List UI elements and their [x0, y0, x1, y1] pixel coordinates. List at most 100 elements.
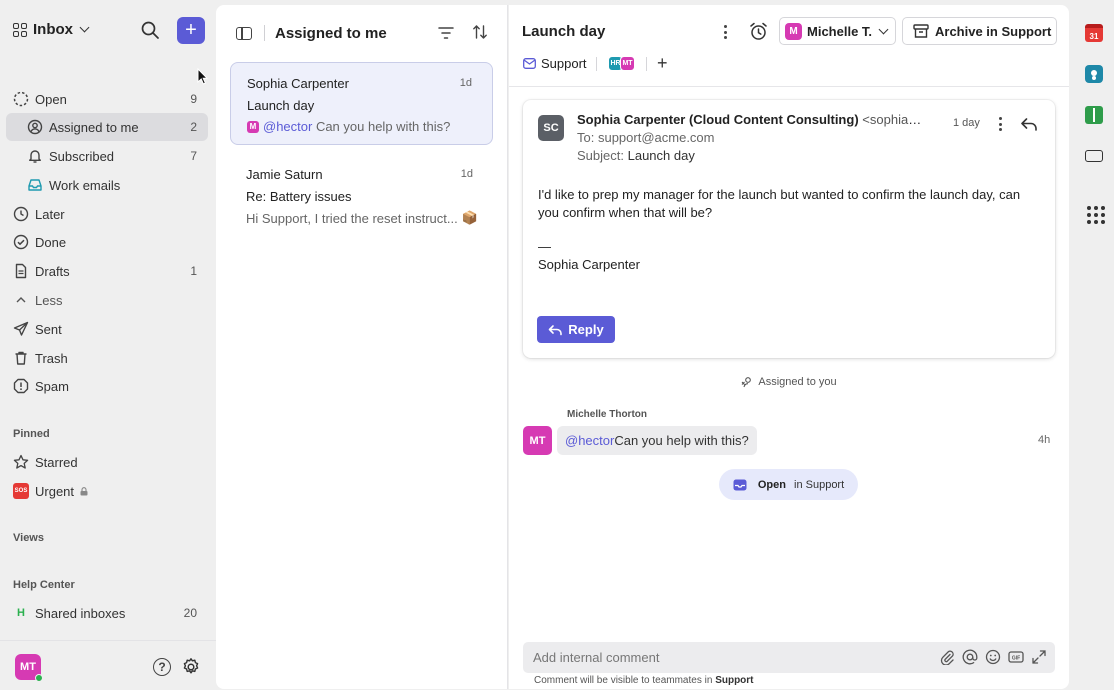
- to-label: To:: [577, 130, 595, 145]
- inbox-icon: [733, 479, 747, 490]
- assignee-name: Michelle T.: [807, 23, 873, 39]
- reply-button[interactable]: Reply: [537, 316, 615, 343]
- divider: [264, 25, 265, 41]
- assignee-dropdown[interactable]: M Michelle T.: [779, 17, 896, 45]
- inbox-tag[interactable]: Support: [523, 56, 587, 71]
- sidebar-toggle-icon[interactable]: [236, 27, 252, 40]
- sidebar-item-done[interactable]: Done: [6, 228, 208, 256]
- sidebar-item-spam[interactable]: Spam: [6, 372, 208, 400]
- divider: [596, 57, 597, 71]
- calendar-icon[interactable]: 31: [1085, 24, 1103, 42]
- sort-icon[interactable]: [472, 24, 488, 40]
- expand-icon[interactable]: [1031, 649, 1047, 665]
- workspace-switcher[interactable]: Inbox: [13, 21, 90, 38]
- paperclip-icon[interactable]: [939, 649, 955, 665]
- contacts-icon[interactable]: [1085, 65, 1103, 83]
- to-address: support@acme.com: [597, 130, 715, 145]
- search-icon[interactable]: [141, 21, 159, 39]
- bell-icon: [29, 150, 41, 163]
- views-section-label: Views: [13, 532, 44, 544]
- sidebar-item-subscribed[interactable]: Subscribed 7: [6, 142, 208, 170]
- open-pill-bold: Open: [757, 478, 786, 491]
- conversation-from: Jamie Saturn: [246, 167, 323, 182]
- archive-button[interactable]: Archive in Support: [902, 17, 1057, 45]
- participant-avatar: MT: [620, 56, 635, 71]
- sidebar-footer: MT ?: [0, 640, 216, 690]
- signature-dash: —: [538, 239, 551, 254]
- help-icon[interactable]: ?: [153, 658, 171, 676]
- at-sign-icon[interactable]: [962, 649, 978, 665]
- assignee-badge: M: [247, 120, 259, 133]
- assignment-event: Assigned to you: [509, 376, 1069, 388]
- reply-icon[interactable]: [1020, 116, 1038, 132]
- reply-icon: [548, 324, 563, 335]
- mouse-cursor-icon: [197, 68, 209, 85]
- comment-input[interactable]: [533, 650, 923, 665]
- sidebar-item-trash[interactable]: Trash: [6, 344, 208, 372]
- sidebar-item-open[interactable]: Open 9: [6, 85, 208, 113]
- sidebar-item-starred[interactable]: Starred: [6, 448, 208, 476]
- sidebar-item-label: Subscribed: [49, 148, 115, 164]
- more-options-icon[interactable]: [994, 115, 1006, 133]
- conversation-item[interactable]: Sophia Carpenter 1d Launch day M @hector…: [230, 62, 493, 145]
- sidebar-item-shared-inboxes[interactable]: H Shared inboxes 20: [6, 599, 208, 627]
- open-pill-rest: in Support: [790, 478, 845, 491]
- filter-icon[interactable]: [438, 26, 454, 40]
- keyboard-icon[interactable]: [1085, 150, 1103, 162]
- assignee-avatar: M: [785, 22, 802, 40]
- sidebar-item-label: Work emails: [49, 177, 121, 193]
- chevron-up-icon: [16, 297, 26, 303]
- compose-button[interactable]: +: [177, 17, 205, 44]
- message-subject: Subject: Launch day: [577, 148, 695, 163]
- emoji-icon[interactable]: [985, 649, 1001, 665]
- sidebar: Inbox + Open 9 Assigned to me 2 Subscrib…: [0, 0, 216, 690]
- sidebar-item-work-emails[interactable]: Work emails: [6, 171, 208, 199]
- open-circle-icon: [13, 91, 29, 107]
- sidebar-item-sent[interactable]: Sent: [6, 315, 208, 343]
- sidebar-item-count: 20: [183, 606, 197, 620]
- participants[interactable]: HR MT: [608, 56, 638, 71]
- trash-icon: [15, 351, 27, 365]
- comment-time: 4h: [1038, 434, 1051, 446]
- more-options-icon[interactable]: [719, 23, 731, 41]
- avatar: MT: [523, 426, 552, 455]
- sidebar-item-later[interactable]: Later: [6, 200, 208, 228]
- sidebar-item-label: Drafts: [35, 263, 70, 279]
- sidebar-item-assigned-to-me[interactable]: Assigned to me 2: [6, 113, 208, 141]
- gif-icon[interactable]: GIF: [1008, 649, 1024, 665]
- composer-hint: Comment will be visible to teammates in …: [534, 675, 754, 686]
- sidebar-item-label: Spam: [35, 378, 69, 394]
- comment-bubble[interactable]: @hector Can you help with this?: [557, 426, 757, 455]
- spreadsheet-icon[interactable]: [1085, 106, 1103, 124]
- document-icon: [15, 263, 27, 279]
- help-center-section-label: Help Center: [13, 579, 75, 591]
- mail-icon: [523, 58, 536, 69]
- shared-inbox-icon: H: [17, 607, 25, 619]
- comment-composer[interactable]: GIF: [523, 642, 1055, 673]
- preview-text: Hi Support, I tried the reset instruct..…: [246, 210, 458, 226]
- sidebar-item-count: 1: [190, 264, 197, 278]
- sender-email: <sophia@...: [862, 112, 929, 127]
- assign-icon: [741, 377, 752, 388]
- clock-icon: [13, 206, 29, 222]
- comment-text: Can you help with this?: [614, 433, 749, 448]
- apps-grid-icon[interactable]: [1087, 206, 1105, 224]
- conversation-subject: Launch day: [247, 98, 315, 113]
- open-in-inbox-button[interactable]: Open in Support: [719, 469, 858, 500]
- conversation-item[interactable]: Jamie Saturn 1d Re: Battery issues Hi Su…: [230, 154, 493, 237]
- alarm-clock-icon[interactable]: [749, 22, 768, 41]
- sidebar-item-label: Shared inboxes: [35, 605, 126, 621]
- add-participant-icon[interactable]: +: [657, 54, 668, 72]
- spam-icon: [13, 378, 29, 394]
- sidebar-item-urgent[interactable]: SOS Urgent: [6, 477, 208, 505]
- sos-icon: SOS: [13, 483, 29, 499]
- sidebar-item-drafts[interactable]: Drafts 1: [6, 257, 208, 285]
- composer-toolbar: GIF: [939, 649, 1047, 665]
- archive-label: Archive in Support: [935, 23, 1052, 39]
- sidebar-item-label: Less: [35, 292, 63, 308]
- sidebar-item-less[interactable]: Less: [6, 286, 208, 314]
- sidebar-header: Inbox +: [0, 16, 216, 46]
- gear-icon[interactable]: [181, 657, 201, 677]
- reply-label: Reply: [568, 322, 604, 337]
- inbox-tray-icon: [28, 179, 42, 191]
